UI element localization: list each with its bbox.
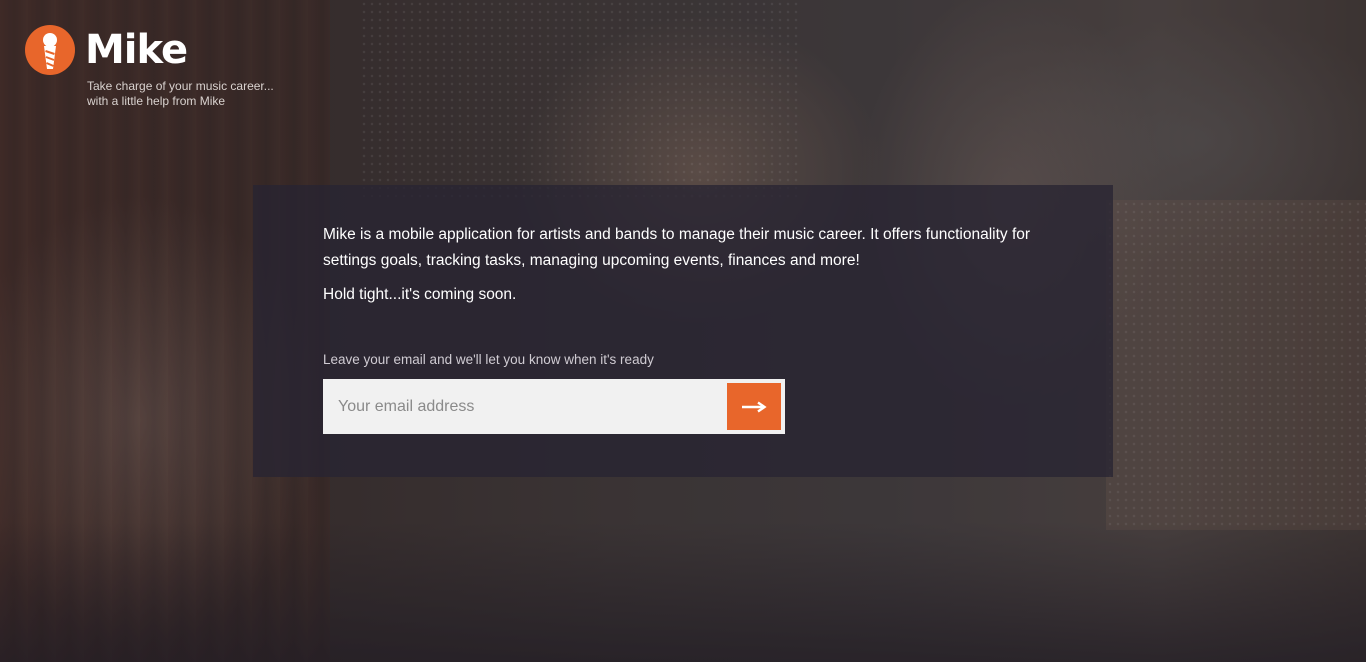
- signup-panel-content: Mike is a mobile application for artists…: [323, 222, 1043, 435]
- brand: Mike Take charge of your music career...…: [25, 25, 274, 109]
- submit-button[interactable]: [727, 383, 781, 430]
- coming-soon-text: Hold tight...it's coming soon.: [323, 286, 517, 303]
- tagline: Take charge of your music career... with…: [87, 79, 274, 109]
- email-signup-form: [323, 378, 785, 435]
- microphone-icon: [25, 25, 75, 75]
- logo[interactable]: Mike: [25, 25, 274, 75]
- tagline-line-1: Take charge of your music career...: [87, 79, 274, 93]
- brand-name: Mike: [85, 27, 188, 73]
- email-label: Leave your email and we'll let you know …: [323, 352, 654, 367]
- landing-page: Mike Take charge of your music career...…: [0, 0, 1366, 662]
- email-input[interactable]: [323, 378, 730, 435]
- arrow-right-icon: [742, 401, 767, 412]
- tagline-line-2: with a little help from Mike: [87, 94, 226, 108]
- app-description: Mike is a mobile application for artists…: [323, 226, 1031, 269]
- signup-panel: Mike is a mobile application for artists…: [253, 185, 1113, 477]
